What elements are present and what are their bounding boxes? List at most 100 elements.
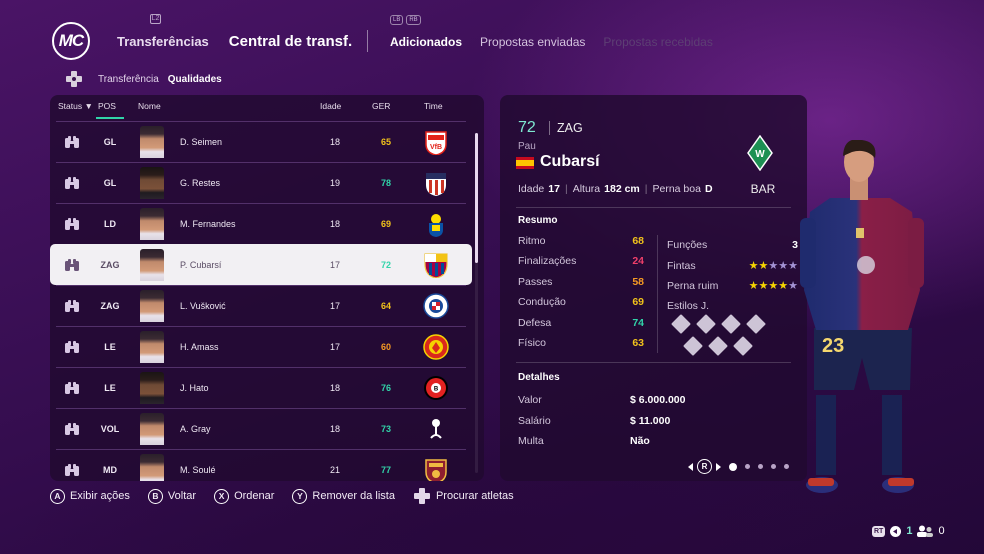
- scouting-binoculars-icon[interactable]: [64, 258, 80, 272]
- las-palmas-crest-icon: [423, 211, 449, 237]
- b-button-icon: B: [147, 488, 163, 504]
- tab-propostas-enviadas[interactable]: Propostas enviadas: [480, 35, 585, 49]
- count-2: 0: [938, 525, 945, 537]
- player-overall: 72: [380, 260, 391, 270]
- scouting-binoculars-icon[interactable]: [64, 381, 80, 395]
- player-row[interactable]: ZAG P. Cubarsí 17 72: [50, 244, 472, 285]
- stat-row: Físico 63: [518, 337, 644, 357]
- filter-transferencia[interactable]: Transferência: [98, 74, 159, 85]
- col-status[interactable]: Status ▼: [58, 101, 93, 111]
- col-ger[interactable]: GER: [372, 101, 390, 111]
- player-overall: 76: [380, 383, 391, 393]
- player-age: 18: [329, 137, 340, 147]
- page-dot[interactable]: [758, 464, 763, 469]
- detail-label: Multa: [518, 435, 544, 448]
- atletico-madrid-crest-icon: [423, 170, 449, 196]
- page-indicator[interactable]: R: [688, 459, 789, 474]
- lb-icon: LB: [390, 15, 404, 25]
- action-ordenar[interactable]: X Ordenar: [214, 488, 274, 504]
- playstyle-icon: [708, 336, 728, 356]
- player-first-name: Pau: [518, 141, 536, 152]
- col-pos[interactable]: POS: [98, 101, 116, 111]
- attr-weak-foot: Perna ruim ★★★★★: [667, 276, 798, 296]
- filter-qualidades[interactable]: Qualidades: [168, 74, 222, 85]
- nav-central-transf[interactable]: Central de transf.: [229, 33, 352, 50]
- page-dot[interactable]: [784, 464, 789, 469]
- divider: [516, 362, 791, 363]
- page-dot[interactable]: [745, 464, 750, 469]
- scouting-binoculars-icon[interactable]: [64, 176, 80, 190]
- player-overall: 60: [380, 342, 391, 352]
- nav-transferencias[interactable]: Transferências: [117, 34, 209, 49]
- bio-foot-label: Perna boa: [652, 183, 701, 195]
- playstyle-icon: [671, 314, 691, 334]
- action-voltar[interactable]: B Voltar: [147, 488, 196, 504]
- action-exibir-a-es[interactable]: A Exibir ações: [50, 488, 130, 504]
- player-row[interactable]: LE H. Amass 17 60: [56, 326, 466, 367]
- list-scrollbar[interactable]: [475, 133, 478, 473]
- attr-skill-moves: Fintas ★★★★★: [667, 255, 798, 275]
- stat-label: Defesa: [518, 316, 552, 329]
- player-overall: 78: [380, 178, 391, 188]
- scrollbar-thumb[interactable]: [475, 133, 478, 263]
- fc-barcelona-crest-icon: [423, 252, 449, 279]
- page-dot[interactable]: [729, 462, 737, 471]
- player-headshot: [140, 372, 164, 404]
- stat-label: Físico: [518, 336, 547, 349]
- tab-adicionados[interactable]: Adicionados: [390, 35, 462, 49]
- player-headshot: [140, 126, 164, 158]
- action-remover-da-lista[interactable]: Y Remover da lista: [292, 488, 395, 504]
- player-position: ZAG: [100, 260, 120, 270]
- player-headshot: [140, 454, 164, 481]
- col-name[interactable]: Nome: [138, 101, 161, 111]
- player-row[interactable]: LE J. Hato 18 76 B: [56, 367, 466, 408]
- player-row[interactable]: LD M. Fernandes 18 69: [56, 203, 466, 244]
- rt-trigger-icon: RT: [872, 525, 886, 537]
- detail-value: Não: [630, 435, 650, 448]
- stat-row: Finalizações 24: [518, 255, 644, 275]
- action-label: Remover da lista: [312, 490, 395, 502]
- details-title: Detalhes: [518, 372, 560, 383]
- scouting-binoculars-icon[interactable]: [64, 422, 80, 436]
- player-overall: 65: [380, 137, 391, 147]
- scouting-binoculars-icon[interactable]: [64, 463, 80, 477]
- player-headshot: [140, 249, 164, 281]
- playstyles-label: Estilos J.: [667, 300, 710, 313]
- shortlist-panel: Status ▼ POS Nome Idade GER Time GL D. Se…: [50, 95, 484, 481]
- detail-value: $ 6.000.000: [630, 394, 686, 407]
- player-row[interactable]: GL D. Seimen 18 65 VfB: [56, 121, 466, 162]
- page-dot[interactable]: [771, 464, 776, 469]
- player-row[interactable]: ZAG L. Vušković 17 64: [56, 285, 466, 326]
- player-model: 23: [800, 140, 924, 493]
- nav-divider: [367, 30, 368, 52]
- player-age: 17: [329, 301, 340, 311]
- scouting-binoculars-icon[interactable]: [64, 299, 80, 313]
- player-name: A. Gray: [180, 424, 211, 434]
- player-position: GL: [103, 178, 117, 188]
- dpad-icon: [413, 488, 430, 504]
- player-row[interactable]: VOL A. Gray 18 73: [56, 408, 466, 449]
- player-position: LD: [104, 219, 116, 229]
- scouts-icon: [917, 525, 934, 537]
- player-name: M. Soulé: [180, 465, 216, 475]
- col-team[interactable]: Time: [424, 101, 443, 111]
- scouting-binoculars-icon[interactable]: [64, 340, 80, 354]
- r-stick-icon[interactable]: R: [697, 459, 712, 474]
- bio-height: 182 cm: [604, 183, 640, 195]
- player-position: MD: [103, 465, 117, 475]
- page-left-icon[interactable]: [688, 462, 693, 471]
- bayer-leverkusen-crest-icon: B: [423, 375, 449, 401]
- player-overall: 72: [518, 119, 536, 136]
- scouting-binoculars-icon[interactable]: [64, 217, 80, 231]
- player-row[interactable]: MD M. Soulé 21 77: [56, 449, 466, 481]
- vfb-stuttgart-crest-icon: VfB: [423, 129, 449, 156]
- col-age[interactable]: Idade: [320, 101, 341, 111]
- action-procurar-atletas[interactable]: Procurar atletas: [413, 488, 514, 504]
- player-row[interactable]: GL G. Restes 19 78: [56, 162, 466, 203]
- scouting-binoculars-icon[interactable]: [64, 135, 80, 149]
- player-headshot: [140, 208, 164, 240]
- details-list: Valor $ 6.000.000 Salário $ 11.000 Multa Não: [518, 390, 788, 452]
- as-roma-crest-icon: [423, 457, 449, 481]
- stat-label: Finalizações: [518, 255, 577, 268]
- page-right-icon[interactable]: [716, 462, 721, 471]
